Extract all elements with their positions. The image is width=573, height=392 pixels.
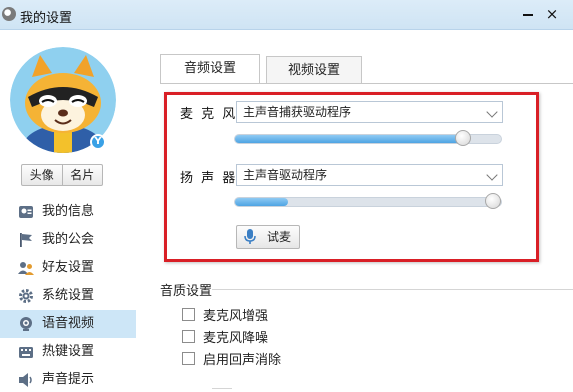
- sidebar-item-label: 我的公会: [42, 232, 95, 247]
- echo-cancellation-label: 启用回声消除: [203, 353, 282, 368]
- friends-icon: [18, 262, 34, 275]
- noise-reduction-label: 麦克风降噪: [203, 331, 269, 346]
- speaker-volume-slider[interactable]: [234, 193, 502, 209]
- speaker-label: 扬 声 器: [180, 171, 238, 186]
- gear-icon: [19, 289, 33, 303]
- test-mic-button[interactable]: 试麦: [236, 225, 300, 249]
- microphone-volume-fill: [235, 135, 463, 143]
- speaker-select-value: 主声音驱动程序: [243, 168, 328, 182]
- speaker-volume-thumb[interactable]: [485, 193, 501, 209]
- window-title: 我的设置: [20, 11, 73, 26]
- sidebar-item-label: 热键设置: [42, 344, 95, 359]
- microphone-volume-slider[interactable]: [234, 130, 502, 146]
- sidebar-item-my-guild[interactable]: 我的公会: [0, 226, 136, 254]
- webcam-icon: [20, 317, 32, 331]
- microphone-select-value: 主声音捕获驱动程序: [243, 105, 352, 119]
- close-button[interactable]: ×: [545, 7, 559, 22]
- avatar-button[interactable]: 头像: [22, 165, 62, 185]
- tab-audio-settings[interactable]: 音频设置: [160, 54, 260, 83]
- chevron-down-icon: [486, 169, 498, 181]
- sidebar-item-my-info[interactable]: 我的信息: [0, 198, 136, 226]
- divider: [212, 289, 573, 290]
- microphone-label: 麦 克 风: [180, 107, 238, 122]
- flag-icon: [20, 233, 32, 247]
- microphone-select[interactable]: 主声音捕获驱动程序: [236, 101, 503, 123]
- sidebar-item-label: 好友设置: [42, 260, 95, 275]
- tab-video-settings[interactable]: 视频设置: [266, 56, 362, 83]
- title-bar: 我的设置 ×: [0, 0, 573, 30]
- sidebar-item-label: 声音提示: [42, 372, 95, 387]
- noise-reduction-checkbox[interactable]: [182, 330, 195, 343]
- sidebar-item-sound-alerts[interactable]: 声音提示: [0, 366, 136, 392]
- divider: [212, 388, 232, 389]
- speaker-volume-fill: [235, 198, 288, 206]
- card-button[interactable]: 名片: [61, 165, 103, 185]
- sidebar-item-label: 语音视频: [42, 316, 95, 331]
- mic-boost-label: 麦克风增强: [203, 309, 269, 324]
- mic-boost-checkbox[interactable]: [182, 308, 195, 321]
- echo-cancellation-checkbox[interactable]: [182, 352, 195, 365]
- app-icon: [2, 7, 16, 21]
- sidebar-item-system-settings[interactable]: 系统设置: [0, 282, 136, 310]
- sidebar-item-label: 系统设置: [42, 288, 95, 303]
- sidebar-nav: 我的信息 我的公会 好友设置 系统设置 语音视频 热键设置 声音提示: [0, 198, 136, 392]
- tab-divider: [160, 83, 573, 84]
- sidebar-item-label: 我的信息: [42, 204, 95, 219]
- chevron-down-icon: [486, 106, 498, 118]
- sidebar-item-hotkeys[interactable]: 热键设置: [0, 338, 136, 366]
- microphone-icon: [244, 229, 256, 244]
- test-mic-label: 试麦: [267, 230, 292, 244]
- minimize-button[interactable]: [520, 8, 536, 20]
- sidebar-item-friend-settings[interactable]: 好友设置: [0, 254, 136, 282]
- quality-section-title: 音质设置: [160, 284, 213, 299]
- avatar-badge: Y: [90, 134, 106, 150]
- keyboard-icon: [19, 347, 33, 358]
- speaker-select[interactable]: 主声音驱动程序: [236, 164, 503, 186]
- microphone-volume-thumb[interactable]: [455, 130, 471, 146]
- sidebar-item-voice-video[interactable]: 语音视频: [0, 310, 136, 338]
- id-card-icon: [19, 206, 33, 218]
- profile-buttons: 头像 名片: [21, 164, 103, 186]
- left-panel: Y 头像 名片 我的信息 我的公会 好友设置 系统设置 语音视频 热键设置 声音…: [0, 31, 136, 392]
- speaker-icon: [19, 373, 32, 387]
